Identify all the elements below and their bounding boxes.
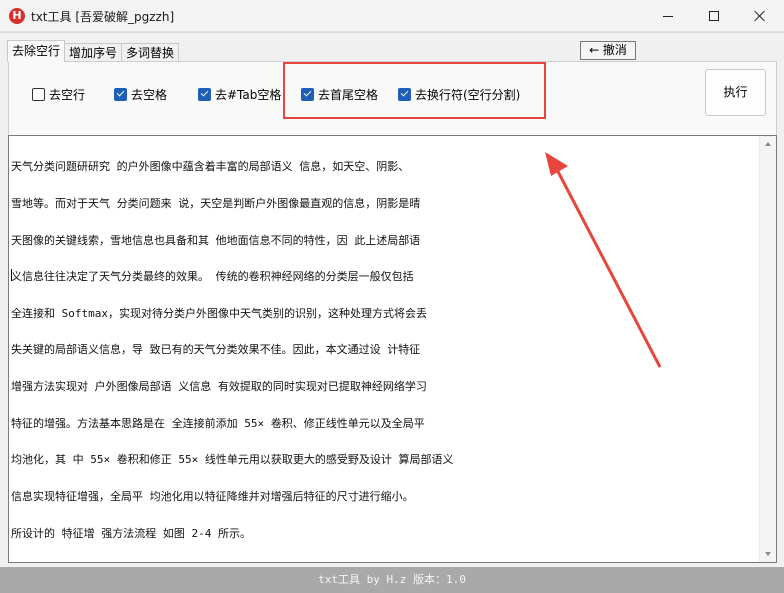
editor-line: 全连接和 Softmax，实现对待分类户外图像中天气类别的识别，这种处理方式将会… bbox=[11, 306, 427, 320]
option-remove-line-breaks[interactable]: 去换行符(空行分割) bbox=[398, 85, 520, 103]
scroll-down-icon[interactable] bbox=[765, 552, 771, 556]
window-title: txt工具 [吾爱破解_pgzzh] bbox=[31, 10, 175, 24]
checkbox-remove-tab-spaces[interactable] bbox=[198, 87, 211, 101]
editor-line: 所设计的 特征增 强方法流程 如图 2-4 所示。 bbox=[11, 526, 251, 540]
editor-line: 天气分类问题研研究 的户外图像中蕴含着丰富的局部语义 信息，如天空、阴影、 bbox=[11, 160, 410, 174]
option-remove-spaces[interactable]: 去空格 bbox=[114, 85, 167, 103]
option-trim-spaces[interactable]: 去首尾空格 bbox=[301, 85, 378, 103]
editor-line: 失关键的局部语义信息，导 致已有的天气分类效果不佳。因此，本文通过设 计特征 bbox=[11, 343, 421, 357]
option-remove-tab-spaces[interactable]: 去#Tab空格 bbox=[198, 85, 281, 103]
close-button[interactable] bbox=[738, 0, 782, 32]
minimize-button[interactable] bbox=[646, 0, 690, 32]
option-label: 去空格 bbox=[131, 87, 168, 102]
editor-line: 义信息往往决定了天气分类最终的效果。 传统的卷积神经网络的分类层一般仅包括 bbox=[11, 270, 414, 284]
title-bar: H txt工具 [吾爱破解_pgzzh] bbox=[0, 0, 784, 32]
scroll-up-icon[interactable] bbox=[765, 142, 771, 146]
main-client-area: 去除空行 增加序号 多词替换 ← 撤消 去空行 去空格 去#Tab空格 去首尾空… bbox=[0, 33, 784, 593]
text-editor[interactable]: 天气分类问题研研究 的户外图像中蕴含着丰富的局部语义 信息，如天空、阴影、 雪地… bbox=[8, 135, 777, 563]
close-icon bbox=[754, 10, 766, 22]
editor-content: 天气分类问题研研究 的户外图像中蕴含着丰富的局部语义 信息，如天空、阴影、 雪地… bbox=[11, 137, 751, 564]
minimize-icon bbox=[663, 15, 673, 17]
checkbox-remove-blank-lines[interactable] bbox=[32, 87, 45, 101]
run-button[interactable]: 执行 bbox=[705, 69, 766, 116]
tab-remove-blank-lines[interactable]: 去除空行 bbox=[7, 40, 66, 62]
editor-line: 均池化，其 中 55× 卷积和修正 55× 线性单元用以获取更大的感受野及设计 … bbox=[11, 453, 454, 467]
option-remove-blank-lines[interactable]: 去空行 bbox=[32, 85, 85, 103]
option-label: 去首尾空格 bbox=[318, 87, 379, 102]
checkbox-trim-spaces[interactable] bbox=[301, 87, 314, 101]
editor-line: 雪地等。而对于天气 分类问题来 说，天空是判断户外图像最直观的信息，阴影是晴 bbox=[11, 197, 421, 211]
undo-button[interactable]: ← 撤消 bbox=[580, 41, 636, 60]
checkbox-remove-spaces[interactable] bbox=[114, 87, 127, 101]
tab-add-numbering[interactable]: 增加序号 bbox=[64, 43, 123, 62]
maximize-button[interactable] bbox=[692, 0, 736, 32]
option-label: 去换行符(空行分割) bbox=[415, 87, 521, 102]
app-logo-icon: H bbox=[9, 8, 25, 24]
editor-line: 天图像的关键线索，雪地信息也具备和其 他地面信息不同的特性，因 此上述局部语 bbox=[11, 233, 421, 247]
editor-line: 信息实现特征增强，全局平 均池化用以特征降维并对增强后特征的尺寸进行缩小。 bbox=[11, 489, 414, 503]
option-label: 去#Tab空格 bbox=[215, 87, 282, 102]
maximize-icon bbox=[709, 11, 719, 21]
status-bar: txt工具 by H.z 版本：1.0 bbox=[0, 567, 784, 593]
tab-strip: 去除空行 增加序号 多词替换 bbox=[7, 40, 180, 62]
text-caret bbox=[11, 269, 12, 281]
tab-multi-replace[interactable]: 多词替换 bbox=[121, 43, 180, 62]
editor-line: 增强方法实现对 户外图像局部语 义信息 有效提取的同时实现对已提取神经网络学习 bbox=[11, 380, 427, 394]
option-label: 去空行 bbox=[49, 87, 86, 102]
checkbox-remove-line-breaks[interactable] bbox=[398, 87, 411, 101]
editor-line: 特征的增强。方法基本思路是在 全连接前添加 55× 卷积、修正线性单元以及全局平 bbox=[11, 416, 425, 430]
vertical-scrollbar[interactable] bbox=[759, 136, 776, 562]
